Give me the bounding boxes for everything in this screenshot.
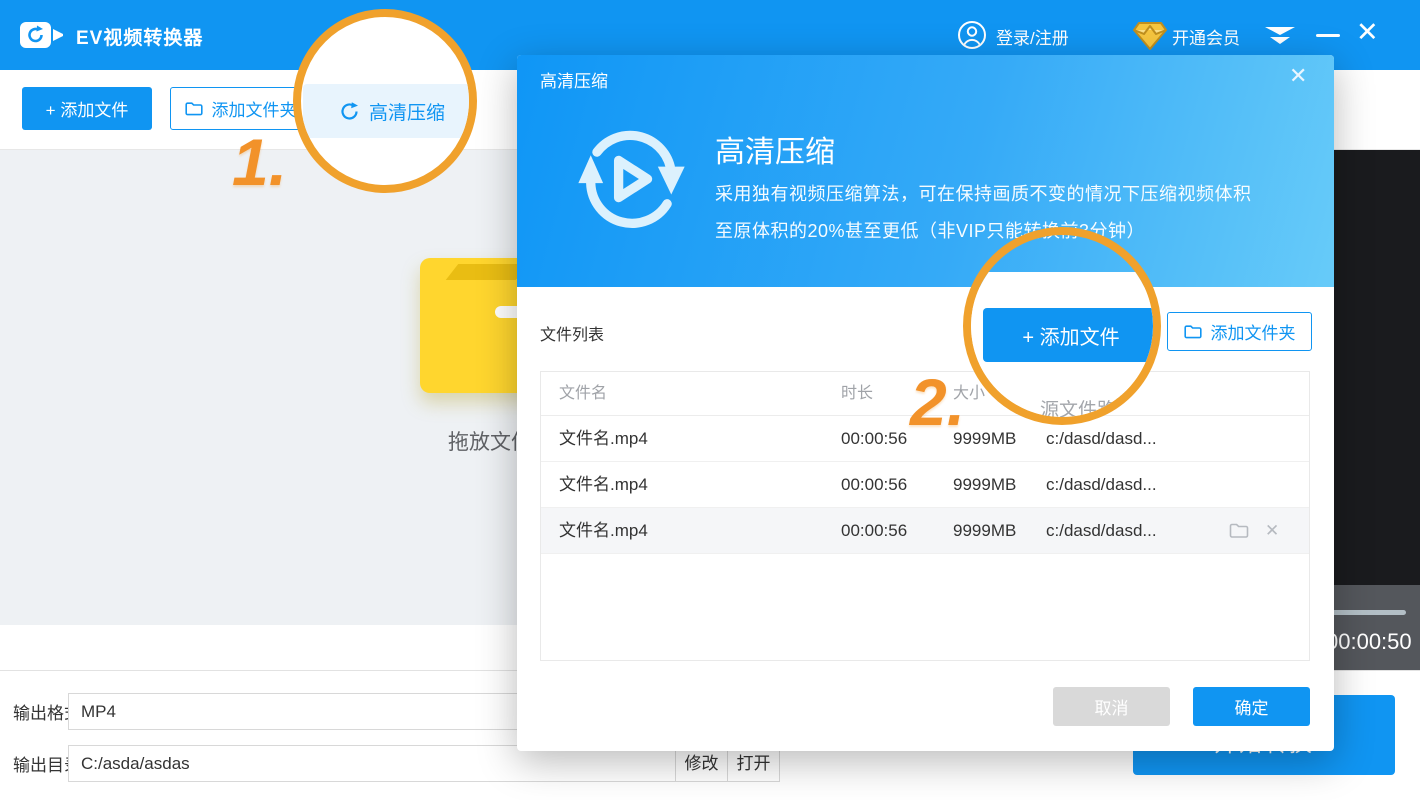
file-list-label: 文件列表 [540,321,604,345]
collapse-to-tray-icon[interactable] [1264,27,1296,47]
add-folder-label: 添加文件夹 [212,96,297,121]
col-header-duration: 时长 [841,372,873,416]
table-row[interactable]: 文件名.mp4 00:00:56 9999MB c:/dasd/dasd... [541,462,1309,508]
annotation-circle-step1: 高清压缩 [293,9,477,193]
modal-banner: 高清压缩 ✕ 高清压缩 采用独有视频压缩算法，可在保持画质不变的情况下压缩视频体… [517,55,1334,287]
open-vip-button[interactable]: 开通会员 [1172,24,1240,49]
modal-close-icon[interactable]: ✕ [1289,63,1307,89]
remove-file-icon[interactable]: ✕ [1265,522,1279,540]
login-register-button[interactable]: 登录/注册 [996,24,1069,49]
cancel-label: 取消 [1095,694,1129,719]
banner-title: 高清压缩 [715,127,835,171]
vip-gem-icon[interactable] [1131,17,1169,53]
modal-add-folder-button[interactable]: 添加文件夹 [1167,312,1312,351]
cancel-button[interactable]: 取消 [1053,687,1170,726]
cell-path: c:/dasd/dasd... [1046,508,1157,554]
modal-add-file-label: + 添加文件 [1022,321,1119,350]
folder-outline-icon [185,101,203,116]
cell-duration: 00:00:56 [841,508,907,554]
player-time: 00:00:50 [1326,629,1412,655]
ok-button[interactable]: 确定 [1193,687,1310,726]
cell-filename: 文件名.mp4 [559,462,648,508]
add-file-button[interactable]: + 添加文件 [22,87,152,130]
modal-add-file-button[interactable]: + 添加文件 [983,308,1159,362]
app-title: EV视频转换器 [76,23,203,50]
video-compress-icon [569,115,693,243]
table-row[interactable]: 文件名.mp4 00:00:56 9999MB c:/dasd/dasd... … [541,508,1309,554]
cell-size: 9999MB [953,508,1016,554]
cell-path: c:/dasd/dasd... [1046,462,1157,508]
cell-size: 9999MB [953,462,1016,508]
hd-compress-button[interactable]: 高清压缩 [303,84,477,138]
hd-compress-label: 高清压缩 [369,98,445,125]
cell-filename: 文件名.mp4 [559,508,648,554]
folder-outline-icon [1184,324,1202,339]
cell-duration: 00:00:56 [841,462,907,508]
step-2-number: 2. [910,364,965,440]
refresh-icon [339,101,360,122]
close-window-button[interactable]: ✕ [1356,17,1379,48]
step-1-number: 1. [232,124,287,200]
cell-duration: 00:00:56 [841,416,907,462]
ok-label: 确定 [1235,694,1269,719]
col-header-filename: 文件名 [559,372,607,416]
minimize-button[interactable] [1316,34,1340,37]
open-file-location-icon[interactable] [1229,522,1249,544]
banner-desc-line1: 采用独有视频压缩算法，可在保持画质不变的情况下压缩视频体积 [715,180,1252,206]
annotation-circle-step2: + 添加文件 源文件路径 [963,227,1161,425]
app-window: 拖放文件 00:00:50 输出格式 MP4 输出目录 C:/asda/asda… [0,0,1420,800]
user-icon[interactable] [957,20,987,50]
add-file-label: + 添加文件 [46,96,129,121]
modal-title: 高清压缩 [540,67,608,92]
modal-add-folder-label: 添加文件夹 [1211,319,1296,344]
app-logo-camera-icon [20,20,64,50]
cell-filename: 文件名.mp4 [559,416,648,462]
